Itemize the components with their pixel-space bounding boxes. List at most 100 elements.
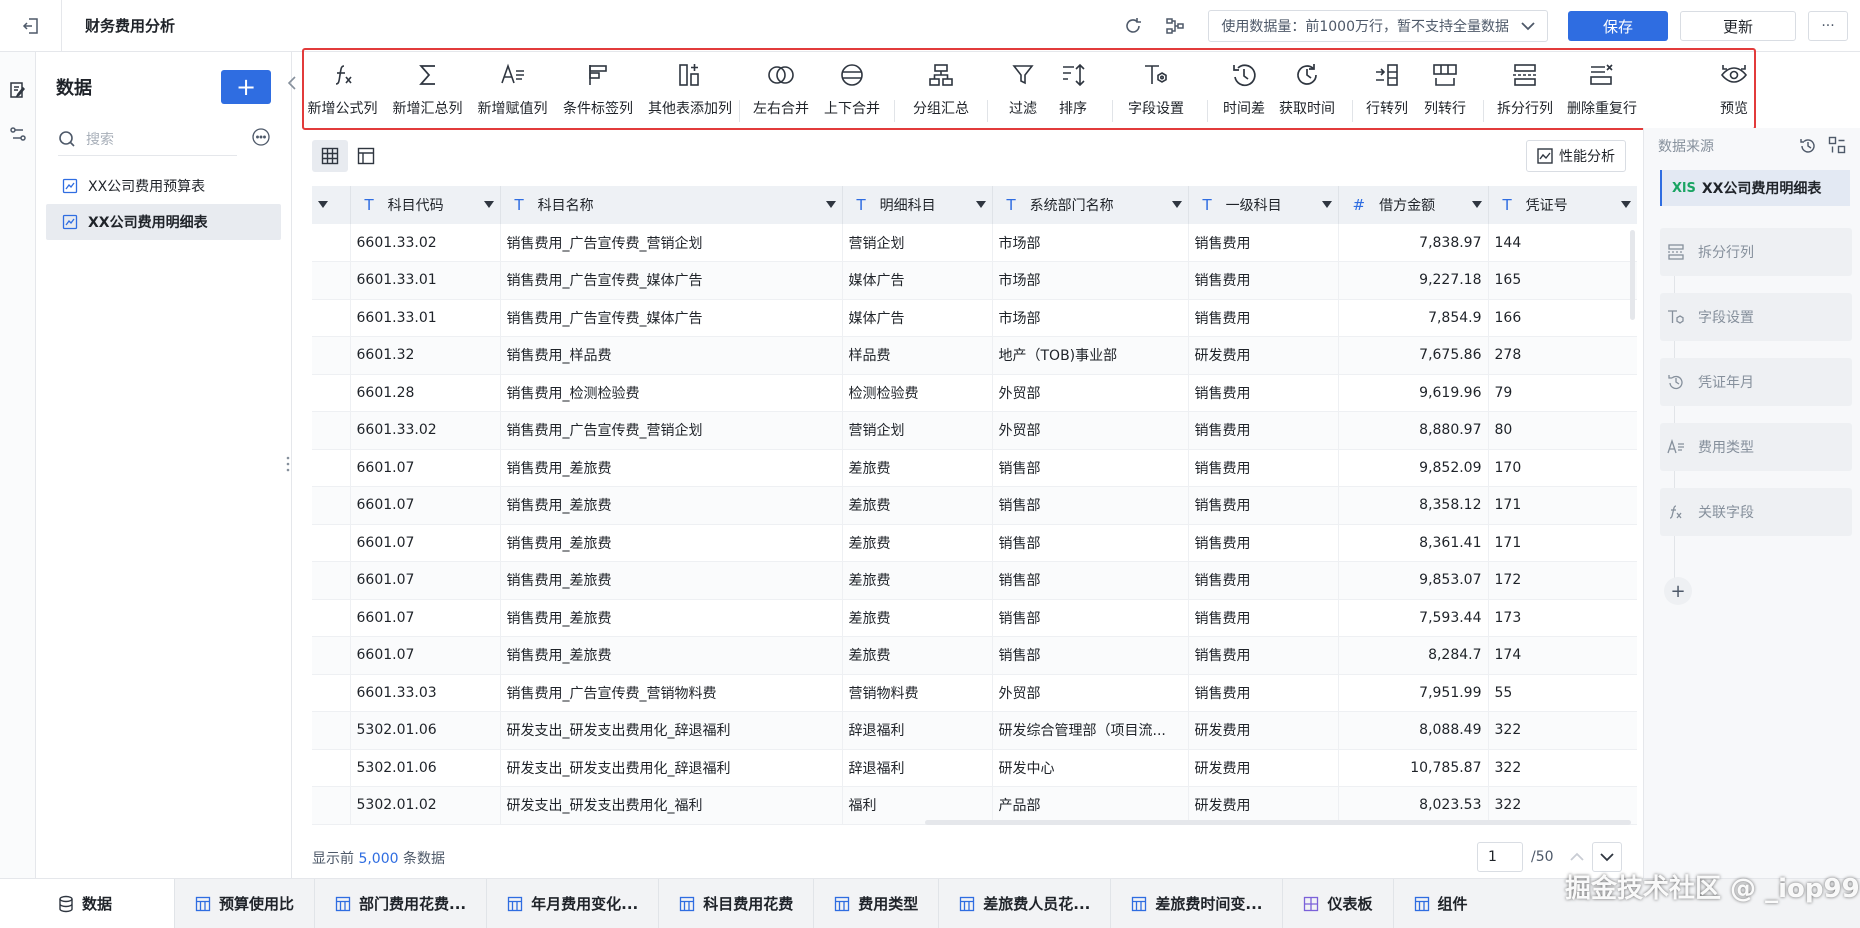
tool-add-assign-column[interactable]: 新增赋值列 (470, 60, 555, 118)
table-cell[interactable]: 9,852.09 (1338, 449, 1489, 487)
table-cell[interactable]: 8,361.41 (1338, 524, 1489, 562)
table-cell[interactable]: 研发支出_研发支出费用化_辞退福利 (500, 749, 843, 787)
table-cell[interactable]: 6601.07 (350, 524, 501, 562)
tool-split[interactable]: 拆分行列 (1490, 60, 1560, 118)
table-cell[interactable]: 销售费用_差旅费 (500, 524, 843, 562)
select-all-column[interactable] (312, 186, 351, 224)
tab-monthly-change[interactable]: 年月费用变化... (487, 878, 660, 928)
horizontal-scrollbar[interactable] (925, 820, 1631, 825)
table-cell[interactable]: 差旅费 (842, 561, 993, 600)
row-handle[interactable] (312, 786, 351, 825)
tab-subject-cost[interactable]: 科目费用花费 (659, 878, 815, 928)
vertical-scrollbar[interactable] (1630, 230, 1635, 320)
table-row[interactable]: 6601.33.02 销售费用_广告宣传费_营销企划 营销企划 市场部 销售费用 7,83… (312, 224, 1637, 262)
table-row[interactable]: 6601.07 销售费用_差旅费 差旅费 销售部 销售费用 8,284.7 174 (312, 636, 1637, 675)
table-cell[interactable]: 322 (1488, 749, 1637, 787)
table-cell[interactable]: 差旅费 (842, 636, 993, 675)
table-cell[interactable]: 市场部 (992, 299, 1189, 337)
column-header[interactable]: T 凭证号 (1488, 186, 1637, 224)
table-cell[interactable]: 产品部 (992, 786, 1189, 825)
table-row[interactable]: 6601.33.02 销售费用_广告宣传费_营销企划 营销企划 外贸部 销售费用 8,88… (312, 411, 1637, 450)
table-cell[interactable]: 销售费用_广告宣传费_媒体广告 (500, 261, 843, 300)
tool-remove-duplicates[interactable]: 删除重复行 (1560, 60, 1644, 118)
table-cell[interactable]: 170 (1488, 449, 1637, 487)
table-cell[interactable]: 8,023.53 (1338, 786, 1489, 825)
data-limit-select[interactable]: 使用数据量：前1000万行，暂不支持全量数据 (1208, 10, 1548, 42)
table-cell[interactable]: 销售费用 (1188, 374, 1339, 412)
table-cell[interactable]: 研发综合管理部（项目流... (992, 711, 1189, 750)
table-cell[interactable]: 辞退福利 (842, 749, 993, 787)
table-cell[interactable]: 研发费用 (1188, 711, 1339, 750)
table-cell[interactable]: 322 (1488, 711, 1637, 750)
table-cell[interactable]: 销售部 (992, 449, 1189, 487)
table-cell[interactable]: 外贸部 (992, 674, 1189, 712)
tool-merge-left-right[interactable]: 左右合并 (746, 60, 816, 118)
table-cell[interactable]: 80 (1488, 411, 1637, 450)
rail-data-button[interactable] (0, 70, 36, 110)
tool-group-summary[interactable]: 分组汇总 (895, 60, 987, 118)
table-cell[interactable]: 外贸部 (992, 411, 1189, 450)
tab-travel-person[interactable]: 差旅费人员花... (939, 878, 1112, 928)
table-cell[interactable]: 6601.33.02 (350, 411, 501, 450)
tab-dept-cost[interactable]: 部门费用花费... (315, 878, 488, 928)
table-row[interactable]: 6601.28 销售费用_检测检验费 检测检验费 外贸部 销售费用 9,619.96 79 (312, 374, 1637, 412)
table-cell[interactable]: 销售费用 (1188, 449, 1339, 487)
table-cell[interactable]: 研发支出_研发支出费用化_辞退福利 (500, 711, 843, 750)
preview-button[interactable]: 预览 (1704, 60, 1764, 118)
table-cell[interactable]: 销售费用 (1188, 299, 1339, 337)
table-cell[interactable]: 销售费用 (1188, 224, 1339, 262)
table-cell[interactable]: 销售费用 (1188, 561, 1339, 600)
row-handle[interactable] (312, 749, 351, 787)
table-cell[interactable]: 171 (1488, 486, 1637, 525)
table-cell[interactable]: 销售费用_广告宣传费_营销物料费 (500, 674, 843, 712)
table-cell[interactable]: 营销企划 (842, 411, 993, 450)
table-cell[interactable]: 6601.28 (350, 374, 501, 412)
table-row[interactable]: 5302.01.06 研发支出_研发支出费用化_辞退福利 辞退福利 研发综合管理部（项… (312, 711, 1637, 750)
table-cell[interactable]: 销售费用_样品费 (500, 336, 843, 375)
table-row[interactable]: 6601.32 销售费用_样品费 样品费 地产（TOB)事业部 研发费用 7,675.86… (312, 336, 1637, 375)
layout-view-button[interactable] (348, 140, 384, 172)
row-handle[interactable] (312, 599, 351, 637)
tab-dashboard[interactable]: 仪表板 (1283, 878, 1394, 928)
table-cell[interactable]: 7,951.99 (1338, 674, 1489, 712)
table-cell[interactable]: 营销企划 (842, 224, 993, 262)
table-cell[interactable]: 8,088.49 (1338, 711, 1489, 750)
save-button[interactable]: 保存 (1568, 11, 1668, 41)
step-item[interactable]: 关联字段 (1660, 488, 1852, 536)
table-cell[interactable]: 差旅费 (842, 599, 993, 637)
column-header[interactable]: T 科目代码 (350, 186, 501, 224)
table-row[interactable]: 6601.07 销售费用_差旅费 差旅费 销售部 销售费用 8,358.12 171 (312, 486, 1637, 525)
table-cell[interactable]: 差旅费 (842, 449, 993, 487)
table-cell[interactable]: 79 (1488, 374, 1637, 412)
column-header[interactable]: T 科目名称 (500, 186, 843, 224)
tab-data[interactable]: 数据 (0, 878, 175, 928)
table-cell[interactable]: 研发中心 (992, 749, 1189, 787)
update-button[interactable]: 更新 (1680, 11, 1796, 41)
row-handle[interactable] (312, 299, 351, 337)
row-handle[interactable] (312, 374, 351, 412)
tab-budget-usage[interactable]: 预算使用比 (175, 878, 316, 928)
table-cell[interactable]: 6601.07 (350, 561, 501, 600)
table-row[interactable]: 6601.33.01 销售费用_广告宣传费_媒体广告 媒体广告 市场部 销售费用 9,22… (312, 261, 1637, 300)
row-handle[interactable] (312, 674, 351, 712)
table-cell[interactable]: 6601.07 (350, 486, 501, 525)
column-header[interactable]: T 系统部门名称 (992, 186, 1189, 224)
table-cell[interactable]: 7,854.9 (1338, 299, 1489, 337)
rail-relation-button[interactable] (0, 114, 36, 154)
step-item[interactable]: 字段设置 (1660, 293, 1852, 341)
table-row[interactable]: 6601.33.03 销售费用_广告宣传费_营销物料费 营销物料费 外贸部 销售费用 7,… (312, 674, 1637, 712)
table-cell[interactable]: 6601.07 (350, 636, 501, 675)
table-cell[interactable]: 外贸部 (992, 374, 1189, 412)
table-cell[interactable]: 销售费用 (1188, 524, 1339, 562)
search-more-icon[interactable] (251, 127, 271, 151)
table-cell[interactable]: 销售费用_差旅费 (500, 561, 843, 600)
add-data-button[interactable]: + (221, 70, 271, 104)
step-item[interactable]: 凭证年月 (1660, 358, 1852, 406)
tool-filter[interactable]: 过滤 (994, 60, 1052, 118)
table-cell[interactable]: 地产（TOB)事业部 (992, 336, 1189, 375)
more-button[interactable]: ··· (1808, 11, 1848, 41)
tool-merge-up-down[interactable]: 上下合并 (816, 60, 888, 118)
table-cell[interactable]: 销售部 (992, 599, 1189, 637)
table-cell[interactable]: 差旅费 (842, 524, 993, 562)
table-cell[interactable]: 278 (1488, 336, 1637, 375)
